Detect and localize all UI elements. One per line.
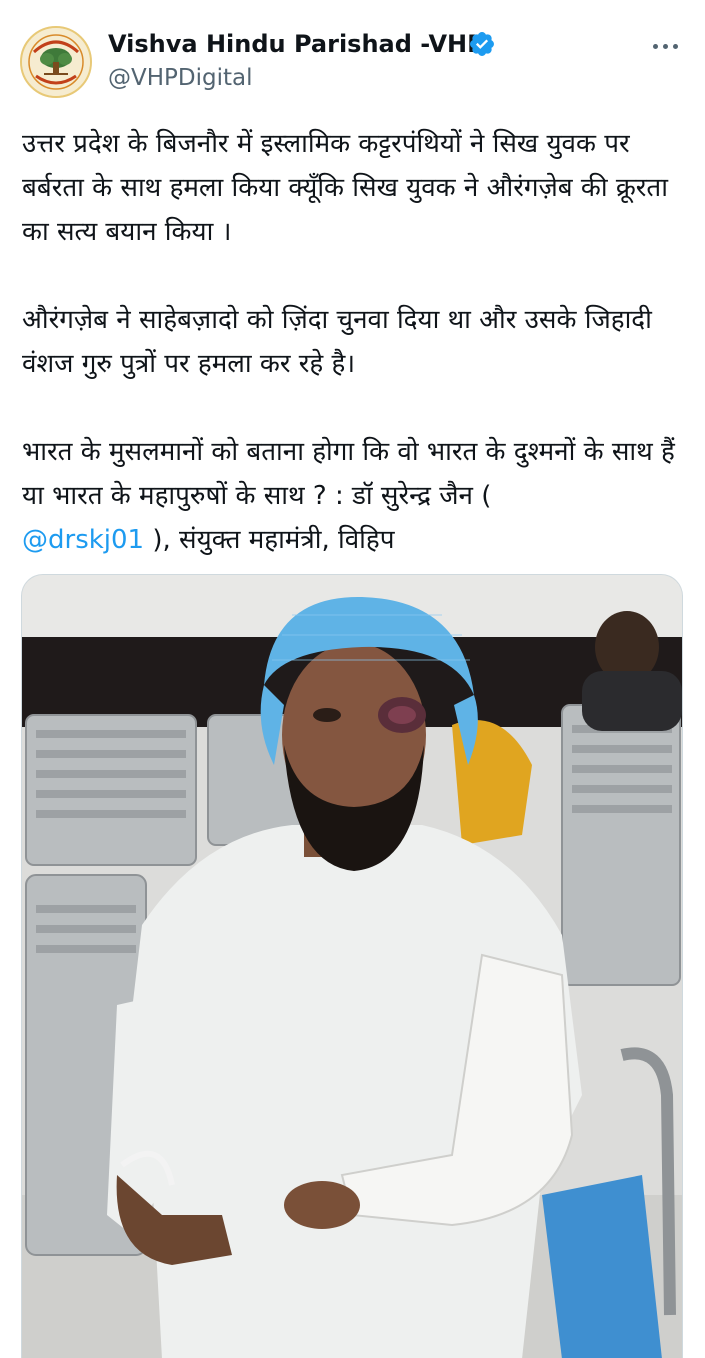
tweet-card: Vishva Hindu Parishad -VHP @VHPDigital उ…: [0, 0, 705, 1358]
author-name[interactable]: Vishva Hindu Parishad -VHP: [108, 30, 485, 58]
paragraph-3-tail: ), संयुक्त महामंत्री, विहिप: [144, 525, 395, 555]
tweet-paragraph-3: भारत के मुसलमानों को बताना होगा कि वो भा…: [22, 430, 687, 562]
tweet-paragraph-2: औरंगज़ेब ने साहेबज़ादो को ज़िंदा चुनवा द…: [22, 305, 652, 379]
author-avatar[interactable]: [20, 26, 92, 98]
injured-man-photo: [22, 575, 682, 1358]
tweet-photo[interactable]: [21, 574, 683, 1358]
verified-badge-icon: [470, 32, 494, 56]
tweet-paragraph-1: उत्तर प्रदेश के बिजनौर में इस्लामिक कट्ट…: [22, 129, 668, 247]
mention-link[interactable]: @drskj01: [22, 525, 144, 555]
tweet-text: उत्तर प्रदेश के बिजनौर में इस्लामिक कट्ट…: [22, 122, 687, 562]
author-handle[interactable]: @VHPDigital: [108, 65, 253, 91]
more-options-icon[interactable]: [645, 34, 685, 58]
vhp-logo-icon: [22, 28, 90, 96]
paragraph-3-text: भारत के मुसलमानों को बताना होगा कि वो भा…: [22, 437, 675, 511]
